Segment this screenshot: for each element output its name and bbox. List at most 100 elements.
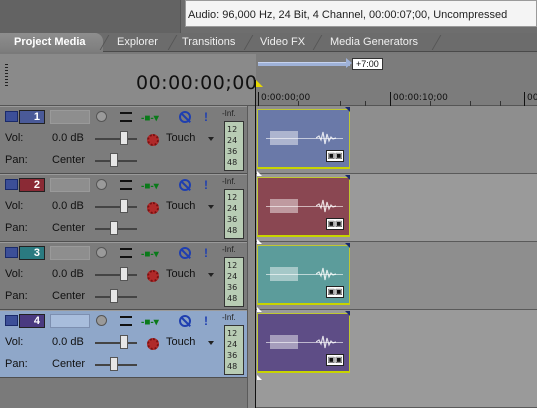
volume-slider-track[interactable]	[95, 206, 137, 208]
marker-flag-icon[interactable]	[256, 80, 263, 87]
clip-waveform-block	[270, 335, 298, 349]
clip-event-fx-icon[interactable]: ▣▣	[326, 354, 344, 366]
track-fx-icon[interactable]: -■-▾	[141, 113, 159, 124]
tab-video-fx[interactable]: Video FX	[246, 33, 316, 52]
cursor-timecode[interactable]: 00:00:00;00	[136, 72, 257, 94]
clip-event-fx-icon[interactable]: ▣▣	[326, 150, 344, 162]
envelope-icon[interactable]	[120, 180, 132, 190]
track-expand-icon[interactable]	[5, 111, 18, 122]
mute-icon[interactable]	[179, 247, 191, 259]
clip-fade-handle[interactable]	[345, 107, 350, 112]
automation-gear-icon[interactable]	[147, 202, 159, 214]
track-fx-icon[interactable]: -■-▾	[141, 249, 159, 260]
track-expand-icon[interactable]	[5, 247, 18, 258]
volume-value[interactable]: 0.0 dB	[52, 132, 84, 144]
track-name-field[interactable]	[50, 178, 90, 192]
automation-mode-label[interactable]: Touch	[166, 200, 195, 212]
track-expand-icon[interactable]	[5, 179, 18, 190]
volume-slider-thumb[interactable]	[120, 267, 128, 281]
clip-fade-handle[interactable]	[257, 171, 262, 176]
tab-explorer[interactable]: Explorer	[103, 33, 170, 52]
track-expand-icon[interactable]	[5, 315, 18, 326]
chevron-down-icon[interactable]	[208, 137, 214, 141]
envelope-icon[interactable]	[120, 112, 132, 122]
track-number[interactable]: 2	[19, 178, 45, 192]
track-name-field[interactable]	[50, 246, 90, 260]
loop-region-bar[interactable]	[258, 62, 350, 66]
track-name-field[interactable]	[50, 110, 90, 124]
track-number[interactable]: 4	[19, 314, 45, 328]
automation-gear-icon[interactable]	[147, 338, 159, 350]
pan-slider-thumb[interactable]	[110, 289, 118, 303]
track-fx-icon[interactable]: -■-▾	[141, 317, 159, 328]
tab-transitions[interactable]: Transitions	[168, 33, 248, 52]
clip-event-fx-icon[interactable]: ▣▣	[326, 286, 344, 298]
pan-value[interactable]: Center	[52, 222, 85, 234]
track-name-field[interactable]	[50, 314, 90, 328]
meter-peak-label: -Inf.	[222, 109, 236, 118]
clip-fade-handle[interactable]	[345, 175, 350, 180]
audio-clip-2[interactable]: ▣▣	[257, 175, 350, 244]
chevron-down-icon[interactable]	[208, 205, 214, 209]
solo-icon[interactable]: !	[204, 246, 208, 260]
envelope-icon[interactable]	[120, 316, 132, 326]
envelope-icon[interactable]	[120, 248, 132, 258]
clip-fade-handle[interactable]	[345, 311, 350, 316]
meter-peak-label: -Inf.	[222, 245, 236, 254]
audio-clip-1[interactable]: ▣▣	[257, 107, 350, 176]
volume-value[interactable]: 0.0 dB	[52, 200, 84, 212]
clip-fade-handle[interactable]	[257, 375, 262, 380]
audio-clip-4[interactable]: ▣▣	[257, 311, 350, 380]
mute-icon[interactable]	[179, 315, 191, 327]
volume-slider-track[interactable]	[95, 274, 137, 276]
chevron-down-icon[interactable]	[208, 341, 214, 345]
arm-record-button[interactable]	[96, 247, 107, 258]
chevron-down-icon[interactable]	[208, 273, 214, 277]
clip-event-fx-icon[interactable]: ▣▣	[326, 218, 344, 230]
pan-label: Pan:	[5, 358, 28, 370]
pan-value[interactable]: Center	[52, 290, 85, 302]
volume-slider-track[interactable]	[95, 342, 137, 344]
solo-icon[interactable]: !	[204, 110, 208, 124]
tab-media-generators[interactable]: Media Generators	[316, 33, 436, 52]
clip-fade-handle[interactable]	[257, 307, 262, 312]
solo-icon[interactable]: !	[204, 314, 208, 328]
track-header-3[interactable]: 3 -■-▾ ! Vol: 0.0 dB Touch Pan: Center -…	[0, 242, 247, 310]
track-number[interactable]: 1	[19, 110, 45, 124]
clip-fade-handle[interactable]	[345, 243, 350, 248]
track-header-1[interactable]: 1 -■-▾ ! Vol: 0.0 dB Touch Pan: Center -…	[0, 106, 247, 174]
tab-project-media[interactable]: Project Media	[0, 33, 103, 52]
pan-slider-thumb[interactable]	[110, 153, 118, 167]
volume-value[interactable]: 0.0 dB	[52, 336, 84, 348]
solo-icon[interactable]: !	[204, 178, 208, 192]
track-number[interactable]: 3	[19, 246, 45, 260]
drag-grip-handle[interactable]	[5, 64, 8, 86]
volume-slider-track[interactable]	[95, 138, 137, 140]
automation-gear-icon[interactable]	[147, 134, 159, 146]
automation-mode-label[interactable]: Touch	[166, 336, 195, 348]
volume-slider-thumb[interactable]	[120, 131, 128, 145]
pan-slider-thumb[interactable]	[110, 221, 118, 235]
clip-fade-handle[interactable]	[257, 239, 262, 244]
arm-record-button[interactable]	[96, 111, 107, 122]
track-fx-icon[interactable]: -■-▾	[141, 181, 159, 192]
arm-record-button[interactable]	[96, 179, 107, 190]
meter-scale-label: 12	[227, 193, 238, 202]
pan-slider-thumb[interactable]	[110, 357, 118, 371]
volume-slider-thumb[interactable]	[120, 335, 128, 349]
pan-label: Pan:	[5, 290, 28, 302]
volume-slider-thumb[interactable]	[120, 199, 128, 213]
mute-icon[interactable]	[179, 111, 191, 123]
volume-value[interactable]: 0.0 dB	[52, 268, 84, 280]
arm-record-button[interactable]	[96, 315, 107, 326]
track-header-2[interactable]: 2 -■-▾ ! Vol: 0.0 dB Touch Pan: Center -…	[0, 174, 247, 242]
audio-clip-3[interactable]: ▣▣	[257, 243, 350, 312]
automation-mode-label[interactable]: Touch	[166, 268, 195, 280]
mute-icon[interactable]	[179, 179, 191, 191]
track-header-4[interactable]: 4 -■-▾ ! Vol: 0.0 dB Touch Pan: Center -…	[0, 310, 247, 378]
automation-gear-icon[interactable]	[147, 270, 159, 282]
automation-mode-label[interactable]: Touch	[166, 132, 195, 144]
pan-value[interactable]: Center	[52, 154, 85, 166]
meter-peak-label: -Inf.	[222, 177, 236, 186]
pan-value[interactable]: Center	[52, 358, 85, 370]
